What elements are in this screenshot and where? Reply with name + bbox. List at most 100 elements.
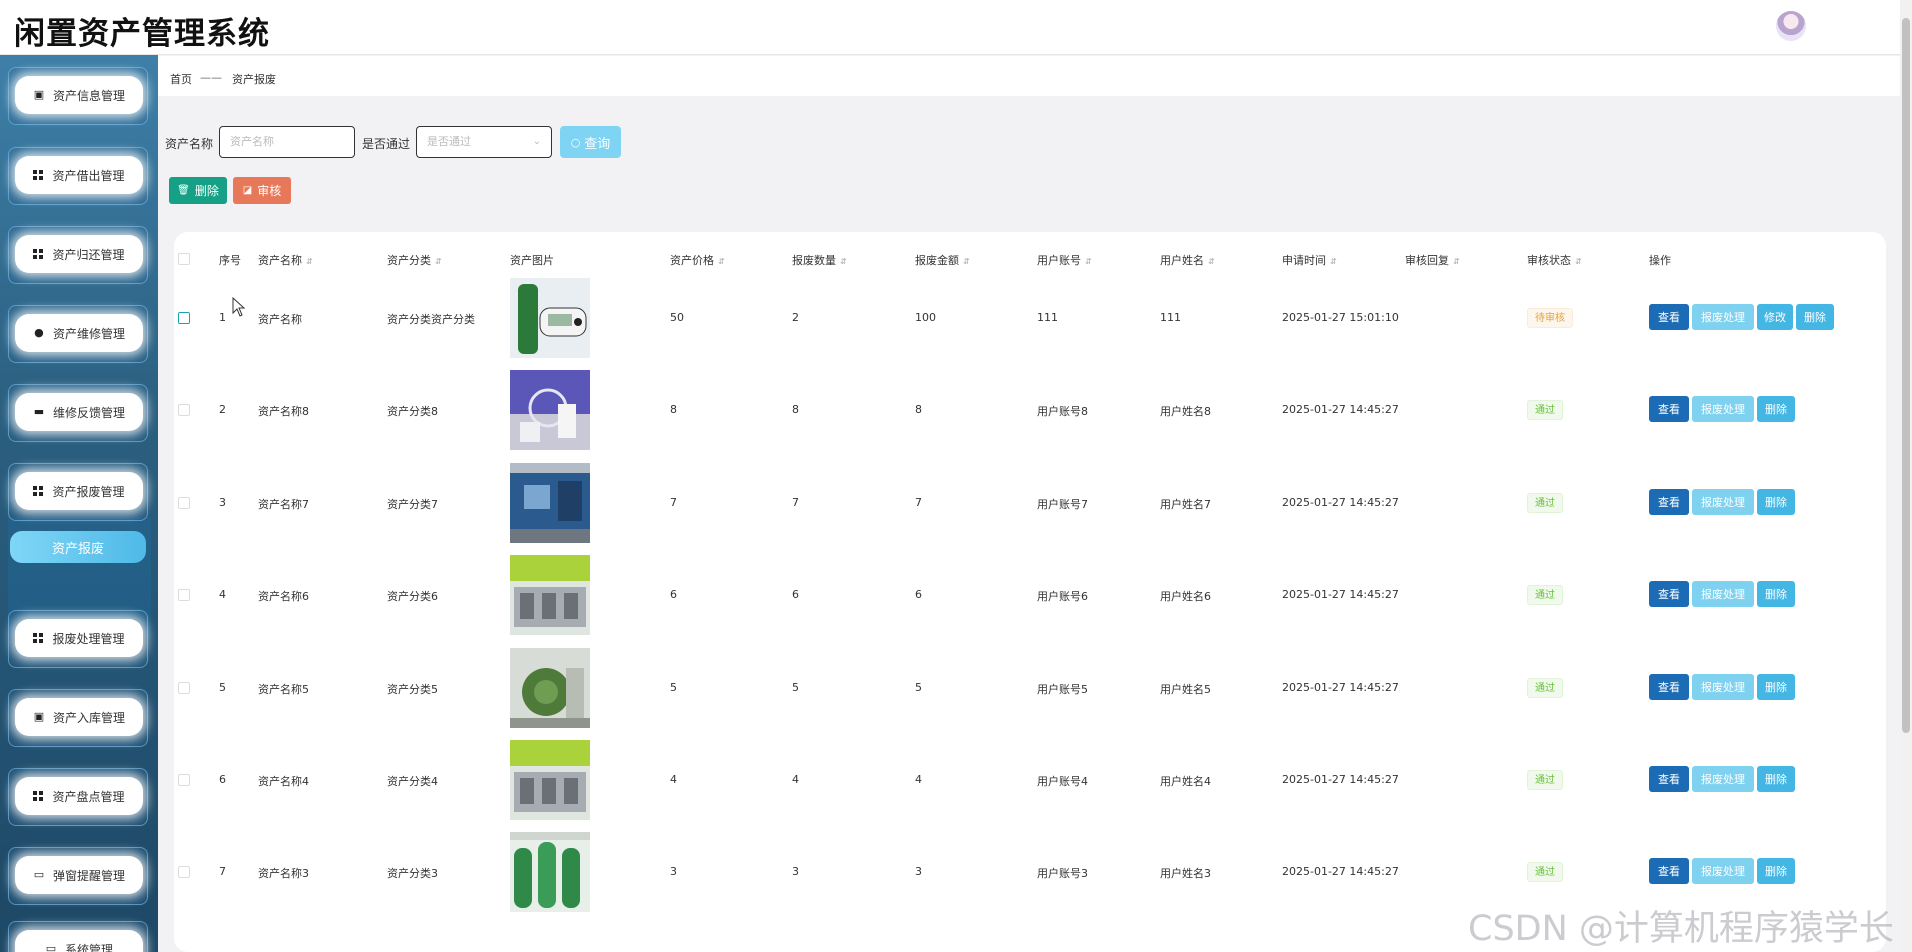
delete-button[interactable]: 删除 xyxy=(1757,858,1795,884)
col-status[interactable]: 审核状态 ⇵ xyxy=(1527,252,1582,268)
row-checkbox[interactable] xyxy=(178,404,190,416)
row-checkbox[interactable] xyxy=(178,682,190,694)
view-button[interactable]: 查看 xyxy=(1649,396,1689,422)
scrap-handle-button[interactable]: 报废处理 xyxy=(1692,304,1754,330)
delete-button[interactable]: 删除 xyxy=(1757,489,1795,515)
clipboard-icon: ▣ xyxy=(33,710,45,723)
sort-icon[interactable]: ⇵ xyxy=(963,257,970,266)
col-account[interactable]: 用户账号 ⇵ xyxy=(1037,252,1092,268)
name-filter-label: 资产名称 xyxy=(165,137,214,151)
scrap-handle-button[interactable]: 报废处理 xyxy=(1692,396,1754,422)
delete-button[interactable]: 删除 xyxy=(1757,581,1795,607)
asset-image[interactable] xyxy=(510,648,590,728)
scrap-handle-button[interactable]: 报废处理 xyxy=(1692,581,1754,607)
row-checkbox[interactable] xyxy=(178,497,190,509)
scrap-handle-button[interactable]: 报废处理 xyxy=(1692,766,1754,792)
row-checkbox[interactable] xyxy=(178,312,190,324)
sort-icon[interactable]: ⇵ xyxy=(435,257,442,266)
avatar[interactable] xyxy=(1776,11,1806,41)
pass-filter-label: 是否通过 xyxy=(362,137,411,151)
view-button[interactable]: 查看 xyxy=(1649,489,1689,515)
sort-icon[interactable]: ⇵ xyxy=(718,257,725,266)
sort-icon[interactable]: ⇵ xyxy=(1330,257,1337,266)
monitor-icon: ▭ xyxy=(33,868,45,881)
col-time[interactable]: 申请时间 ⇵ xyxy=(1282,252,1337,268)
user-icon: ● xyxy=(34,326,44,339)
cell-account: 用户账号7 xyxy=(1037,498,1088,511)
sidebar-item-asset-info[interactable]: ▣ 资产信息管理 xyxy=(8,67,148,125)
sidebar-subitem-asset-scrap[interactable]: 资产报废 xyxy=(10,531,146,563)
chat-icon: ▬ xyxy=(33,405,45,418)
sidebar-item-label: 资产借出管理 xyxy=(52,168,125,183)
scrap-handle-button[interactable]: 报废处理 xyxy=(1692,489,1754,515)
col-reply[interactable]: 审核回复 ⇵ xyxy=(1405,252,1460,268)
col-status-label: 审核状态 xyxy=(1527,254,1571,267)
cell-amount: 100 xyxy=(915,311,936,324)
sidebar-item-system[interactable]: ▭ 系统管理 xyxy=(8,921,148,952)
row-checkbox[interactable] xyxy=(178,866,190,878)
row-checkbox[interactable] xyxy=(178,774,190,786)
batch-delete-button[interactable]: 🗑︎ 删除 xyxy=(169,177,227,204)
asset-image[interactable] xyxy=(510,740,590,820)
sort-icon[interactable]: ⇵ xyxy=(1453,257,1460,266)
col-time-label: 申请时间 xyxy=(1282,254,1326,267)
query-button[interactable]: ○ 查询 xyxy=(560,126,621,158)
view-button[interactable]: 查看 xyxy=(1649,304,1689,330)
sidebar-item-asset-inventory[interactable]: 资产盘点管理 xyxy=(8,768,148,826)
sort-icon[interactable]: ⇵ xyxy=(840,257,847,266)
sort-icon[interactable]: ⇵ xyxy=(306,257,313,266)
sidebar-item-asset-return[interactable]: 资产归还管理 xyxy=(8,226,148,284)
delete-button[interactable]: 删除 xyxy=(1757,396,1795,422)
select-all-checkbox[interactable] xyxy=(178,253,190,265)
cell-name: 资产名称6 xyxy=(258,590,309,603)
cell-category: 资产分类6 xyxy=(387,590,438,603)
scrap-handle-button[interactable]: 报废处理 xyxy=(1692,674,1754,700)
col-price[interactable]: 资产价格 ⇵ xyxy=(670,252,725,268)
row-checkbox[interactable] xyxy=(178,589,190,601)
asset-image[interactable] xyxy=(510,832,590,912)
sort-icon[interactable]: ⇵ xyxy=(1208,257,1215,266)
sort-icon[interactable]: ⇵ xyxy=(1575,257,1582,266)
scrollbar-thumb[interactable] xyxy=(1902,18,1910,733)
col-user[interactable]: 用户姓名 ⇵ xyxy=(1160,252,1215,268)
asset-image[interactable] xyxy=(510,463,590,543)
sidebar-item-asset-scrap[interactable]: 资产报废管理 xyxy=(8,463,148,521)
breadcrumb-home[interactable]: 首页 xyxy=(170,71,192,87)
sidebar-item-asset-storage[interactable]: ▣ 资产入库管理 xyxy=(8,689,148,747)
delete-button[interactable]: 删除 xyxy=(1757,766,1795,792)
asset-image[interactable] xyxy=(510,370,590,450)
asset-image[interactable] xyxy=(510,555,590,635)
sidebar-item-label: 系统管理 xyxy=(64,942,113,952)
chevron-down-icon: ⌄ xyxy=(532,136,541,147)
cell-qty: 5 xyxy=(792,681,799,694)
sidebar-item-asset-repair[interactable]: ● 资产维修管理 xyxy=(8,305,148,363)
view-button[interactable]: 查看 xyxy=(1649,674,1689,700)
grid-icon xyxy=(33,486,44,496)
sidebar-item-popup-reminder[interactable]: ▭ 弹窗提醒管理 xyxy=(8,847,148,905)
delete-button[interactable]: 删除 xyxy=(1757,674,1795,700)
edit-button[interactable]: 修改 xyxy=(1757,304,1793,330)
view-button[interactable]: 查看 xyxy=(1649,766,1689,792)
sort-icon[interactable]: ⇵ xyxy=(1085,257,1092,266)
pass-filter-select[interactable]: 是否通过 ⌄ xyxy=(416,126,552,158)
cell-qty: 3 xyxy=(792,865,799,878)
sidebar-item-asset-lend[interactable]: 资产借出管理 xyxy=(8,147,148,205)
audit-button[interactable]: ◪ 审核 xyxy=(233,177,291,204)
view-button[interactable]: 查看 xyxy=(1649,581,1689,607)
cell-category: 资产分类7 xyxy=(387,498,438,511)
grid-icon xyxy=(33,633,44,643)
cell-user: 用户姓名6 xyxy=(1160,590,1211,603)
scrap-handle-button[interactable]: 报废处理 xyxy=(1692,858,1754,884)
col-name[interactable]: 资产名称 ⇵ xyxy=(258,252,313,268)
cell-index: 5 xyxy=(219,681,226,694)
name-filter-input[interactable]: 资产名称 xyxy=(219,126,355,158)
asset-image[interactable] xyxy=(510,278,590,358)
col-category[interactable]: 资产分类 ⇵ xyxy=(387,252,442,268)
view-button[interactable]: 查看 xyxy=(1649,858,1689,884)
cell-user: 用户姓名5 xyxy=(1160,683,1211,696)
col-qty[interactable]: 报废数量 ⇵ xyxy=(792,252,847,268)
sidebar-item-scrap-handle[interactable]: 报废处理管理 xyxy=(8,610,148,668)
delete-button[interactable]: 删除 xyxy=(1796,304,1834,330)
col-amount[interactable]: 报废金额 ⇵ xyxy=(915,252,970,268)
sidebar-item-repair-feedback[interactable]: ▬ 维修反馈管理 xyxy=(8,384,148,442)
